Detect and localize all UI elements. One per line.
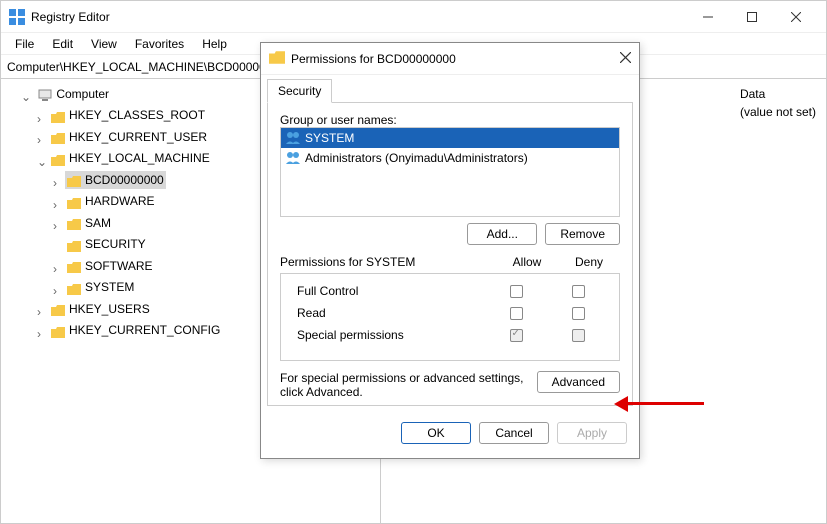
folder-icon (51, 153, 65, 164)
tree-software[interactable]: SOFTWARE (65, 257, 155, 275)
tree-bcd[interactable]: BCD00000000 (65, 171, 166, 189)
tree-root[interactable]: Computer (36, 85, 111, 103)
minimize-button[interactable] (686, 3, 730, 31)
group-row-system[interactable]: SYSTEM (281, 128, 619, 148)
permissions-dialog: Permissions for BCD00000000 Security Gro… (260, 42, 640, 459)
allow-checkbox[interactable] (510, 285, 523, 298)
app-icon (9, 9, 25, 25)
tree-hkcr[interactable]: HKEY_CLASSES_ROOT (49, 106, 207, 124)
advanced-button[interactable]: Advanced (537, 371, 620, 393)
expand-toggle[interactable]: › (37, 131, 47, 149)
allow-checkbox[interactable] (510, 307, 523, 320)
expand-toggle[interactable]: › (53, 174, 63, 192)
perm-row-full-control: Full Control (291, 280, 609, 302)
deny-checkbox-disabled (572, 329, 585, 342)
remove-button[interactable]: Remove (545, 223, 620, 245)
expand-toggle[interactable]: › (37, 303, 47, 321)
window-title: Registry Editor (31, 10, 686, 24)
allow-checkbox-disabled (510, 329, 523, 342)
dialog-close-button[interactable] (599, 52, 631, 66)
tree-system[interactable]: SYSTEM (65, 278, 136, 296)
group-label-admins: Administrators (Onyimadu\Administrators) (305, 151, 528, 165)
tree-hardware[interactable]: HARDWARE (65, 192, 157, 210)
users-icon (285, 151, 301, 165)
expand-toggle[interactable]: › (37, 325, 47, 343)
folder-icon (67, 217, 81, 228)
folder-icon (67, 282, 81, 293)
tree-security[interactable]: SECURITY (65, 235, 148, 253)
maximize-button[interactable] (730, 3, 774, 31)
folder-icon (51, 110, 65, 121)
perm-row-special: Special permissions (291, 324, 609, 346)
tree-sam[interactable]: SAM (65, 214, 113, 232)
expand-toggle[interactable]: ⌄ (21, 88, 31, 106)
deny-checkbox[interactable] (572, 307, 585, 320)
tab-body: Group or user names: SYSTEM Administrato… (267, 102, 633, 406)
data-column: Data (value not set) (740, 87, 816, 515)
titlebar: Registry Editor (1, 1, 826, 33)
tree-hkcu[interactable]: HKEY_CURRENT_USER (49, 128, 209, 146)
allow-header: Allow (496, 255, 558, 269)
folder-icon (67, 260, 81, 271)
users-icon (285, 131, 301, 145)
folder-icon (67, 239, 81, 250)
perm-label: Read (291, 306, 485, 320)
menu-favorites[interactable]: Favorites (127, 35, 192, 53)
address-text: Computer\HKEY_LOCAL_MACHINE\BCD00000000 (7, 60, 286, 74)
folder-icon (67, 174, 81, 185)
expand-toggle[interactable]: › (53, 217, 63, 235)
tree-hku[interactable]: HKEY_USERS (49, 300, 152, 318)
apply-button: Apply (557, 422, 627, 444)
dialog-title: Permissions for BCD00000000 (291, 52, 599, 66)
add-button[interactable]: Add... (467, 223, 537, 245)
expand-toggle[interactable]: ⌄ (37, 153, 47, 171)
folder-icon (51, 325, 65, 336)
tree-hklm[interactable]: HKEY_LOCAL_MACHINE (49, 149, 212, 167)
menu-file[interactable]: File (7, 35, 42, 53)
arrow-line (626, 402, 704, 405)
group-label: Group or user names: (280, 113, 620, 127)
expand-toggle[interactable]: › (53, 282, 63, 300)
perm-row-read: Read (291, 302, 609, 324)
deny-checkbox[interactable] (572, 285, 585, 298)
menu-view[interactable]: View (83, 35, 125, 53)
data-header: Data (740, 87, 816, 105)
help-text: For special permissions or advanced sett… (280, 371, 525, 399)
folder-icon (67, 196, 81, 207)
menu-edit[interactable]: Edit (44, 35, 81, 53)
close-button[interactable] (774, 3, 818, 31)
ok-button[interactable]: OK (401, 422, 471, 444)
permissions-table: Full Control Read Special permissions (280, 273, 620, 361)
computer-icon (38, 88, 52, 100)
folder-icon (269, 51, 285, 67)
group-label-system: SYSTEM (305, 131, 354, 145)
perm-label: Full Control (291, 284, 485, 298)
tree-hkcc[interactable]: HKEY_CURRENT_CONFIG (49, 321, 222, 339)
folder-icon (51, 303, 65, 314)
group-row-admins[interactable]: Administrators (Onyimadu\Administrators) (281, 148, 619, 168)
data-value: (value not set) (740, 105, 816, 119)
tabstrip: Security (261, 75, 639, 103)
perm-label: Special permissions (291, 328, 485, 342)
folder-icon (51, 131, 65, 142)
expand-toggle[interactable]: › (53, 196, 63, 214)
menu-help[interactable]: Help (194, 35, 235, 53)
dialog-titlebar: Permissions for BCD00000000 (261, 43, 639, 75)
expand-toggle[interactable]: › (37, 110, 47, 128)
cancel-button[interactable]: Cancel (479, 422, 549, 444)
deny-header: Deny (558, 255, 620, 269)
tab-security[interactable]: Security (267, 79, 332, 103)
perm-for-label: Permissions for SYSTEM (280, 255, 496, 269)
dialog-footer: OK Cancel Apply (261, 412, 639, 458)
expand-toggle[interactable]: › (53, 260, 63, 278)
group-listbox[interactable]: SYSTEM Administrators (Onyimadu\Administ… (280, 127, 620, 217)
